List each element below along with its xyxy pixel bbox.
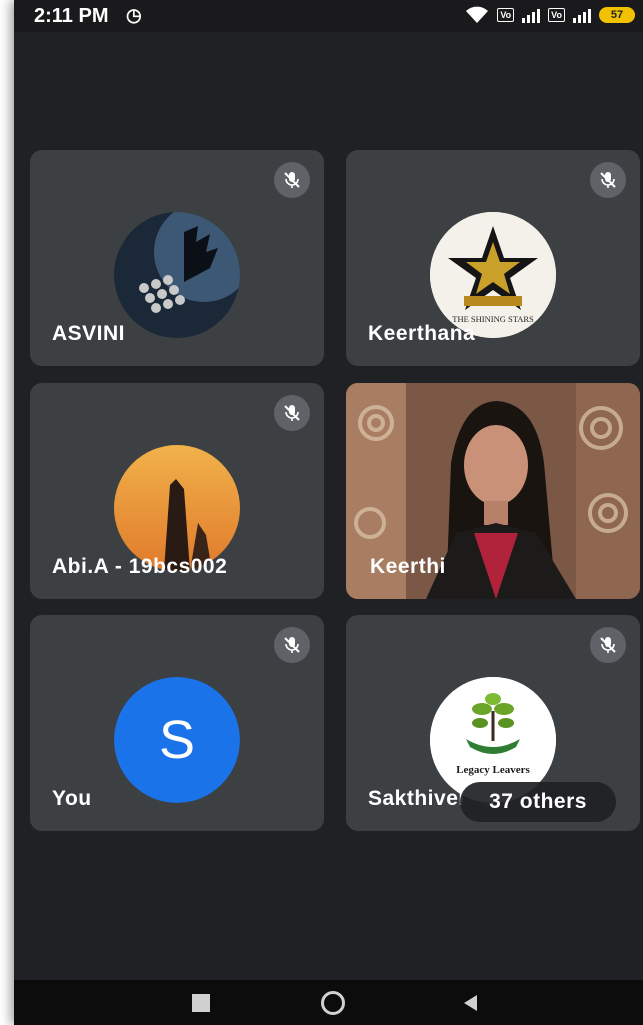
others-count-button[interactable]: 37 others: [460, 782, 616, 822]
status-bar: 2:11 PM ◷ Vo Vo 57: [14, 0, 643, 32]
mic-off-icon: [274, 395, 310, 431]
participant-name: Sakthivel: [368, 787, 465, 810]
status-time: 2:11 PM: [34, 5, 109, 27]
phone-screen: 2:11 PM ◷ Vo Vo 57 ASVINI THE SHINING ST…: [14, 0, 643, 1025]
wifi-icon: [466, 6, 489, 23]
home-icon[interactable]: [308, 980, 358, 1025]
participant-name: Keerthi: [370, 555, 446, 578]
battery-icon: 57: [599, 7, 635, 23]
mic-off-icon: [274, 627, 310, 663]
signal-icon: [522, 7, 541, 23]
recents-icon[interactable]: [176, 980, 226, 1025]
participant-name: ASVINI: [52, 322, 126, 345]
participant-name: Keerthana: [368, 322, 476, 345]
navigation-bar: [14, 980, 643, 1025]
volte-icon: Vo: [548, 8, 565, 22]
signal-icon: [573, 7, 591, 23]
participant-tile-asvini[interactable]: ASVINI: [30, 150, 324, 366]
mic-off-icon: [590, 627, 626, 663]
avatar-image: [114, 212, 240, 338]
back-icon[interactable]: [446, 980, 496, 1025]
volte-icon: Vo: [497, 8, 515, 22]
participant-name: Abi.A - 19bcs002: [52, 555, 228, 578]
avatar-image: [114, 445, 240, 571]
avatar: S: [114, 677, 240, 803]
participant-tile-abi[interactable]: Abi.A - 19bcs002: [30, 383, 324, 599]
mic-off-icon: [590, 162, 626, 198]
shining-stars-logo: THE SHINING STARS: [430, 212, 556, 338]
mic-off-icon: [274, 162, 310, 198]
participant-tile-keerthi[interactable]: Keerthi: [346, 383, 640, 599]
participant-name: You: [52, 787, 92, 810]
avatar-letter: S: [114, 677, 240, 803]
participant-tile-you[interactable]: S You: [30, 615, 324, 831]
alarm-icon: ◷: [126, 5, 142, 25]
participant-tile-keerthana[interactable]: THE SHINING STARS Keerthana: [346, 150, 640, 366]
logo-text: Legacy Leavers: [456, 764, 530, 776]
